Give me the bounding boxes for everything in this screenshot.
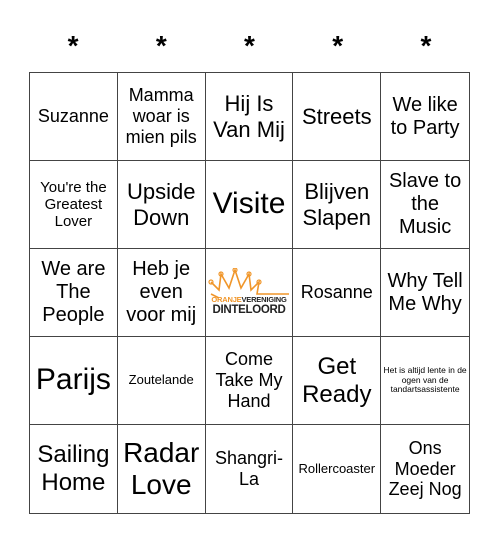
bingo-cell[interactable]: Upside Down bbox=[117, 161, 206, 249]
bingo-cell[interactable]: Blijven Slapen bbox=[293, 161, 382, 249]
column-header: * bbox=[67, 30, 79, 61]
bingo-cell[interactable]: We like to Party bbox=[381, 73, 469, 161]
column-header: * bbox=[244, 30, 255, 61]
bingo-cell[interactable]: Slave to the Music bbox=[381, 161, 469, 249]
bingo-cell[interactable]: Sailing Home bbox=[30, 425, 118, 513]
bingo-cell[interactable]: Come Take My Hand bbox=[205, 337, 294, 425]
bingo-cell[interactable]: Zoutelande bbox=[117, 337, 206, 425]
bingo-cell[interactable]: Shangri-La bbox=[206, 425, 294, 513]
bingo-cell[interactable]: Radar Love bbox=[118, 425, 206, 513]
free-space[interactable]: ORANJEVERENIGING DINTELOORD bbox=[205, 249, 294, 337]
bingo-cell[interactable]: Het is altijd lente in de ogen van de ta… bbox=[381, 337, 469, 425]
bingo-cell[interactable]: Streets bbox=[293, 73, 382, 161]
club-logo: ORANJEVERENIGING DINTELOORD bbox=[207, 268, 291, 316]
bingo-cell[interactable]: Suzanne bbox=[30, 73, 118, 161]
bingo-cell[interactable]: Heb je even voor mij bbox=[117, 249, 206, 337]
bingo-cell[interactable]: Mamma woar is mien pils bbox=[117, 73, 206, 161]
column-header: * bbox=[420, 30, 432, 61]
bingo-cell[interactable]: Ons Moeder Zeej Nog bbox=[381, 425, 469, 513]
header-row: * * * * * bbox=[29, 28, 470, 64]
bingo-cell[interactable]: Rosanne bbox=[293, 249, 382, 337]
bingo-cell[interactable]: Visite bbox=[205, 161, 294, 249]
bingo-cell[interactable]: Parijs bbox=[30, 337, 118, 425]
bingo-cell[interactable]: Get Ready bbox=[293, 337, 382, 425]
bingo-cell[interactable]: Hij Is Van Mij bbox=[205, 73, 294, 161]
bingo-cell[interactable]: We are The People bbox=[30, 249, 118, 337]
bingo-cell[interactable]: Rollercoaster bbox=[293, 425, 382, 513]
logo-line-2: DINTELOORD bbox=[212, 304, 286, 317]
bingo-cell[interactable]: You're the Greatest Lover bbox=[30, 161, 118, 249]
bingo-cell[interactable]: Why Tell Me Why bbox=[381, 249, 469, 337]
column-header: * bbox=[155, 30, 167, 61]
bingo-board: Suzanne Mamma woar is mien pils Hij Is V… bbox=[29, 72, 470, 514]
column-header: * bbox=[332, 30, 344, 61]
